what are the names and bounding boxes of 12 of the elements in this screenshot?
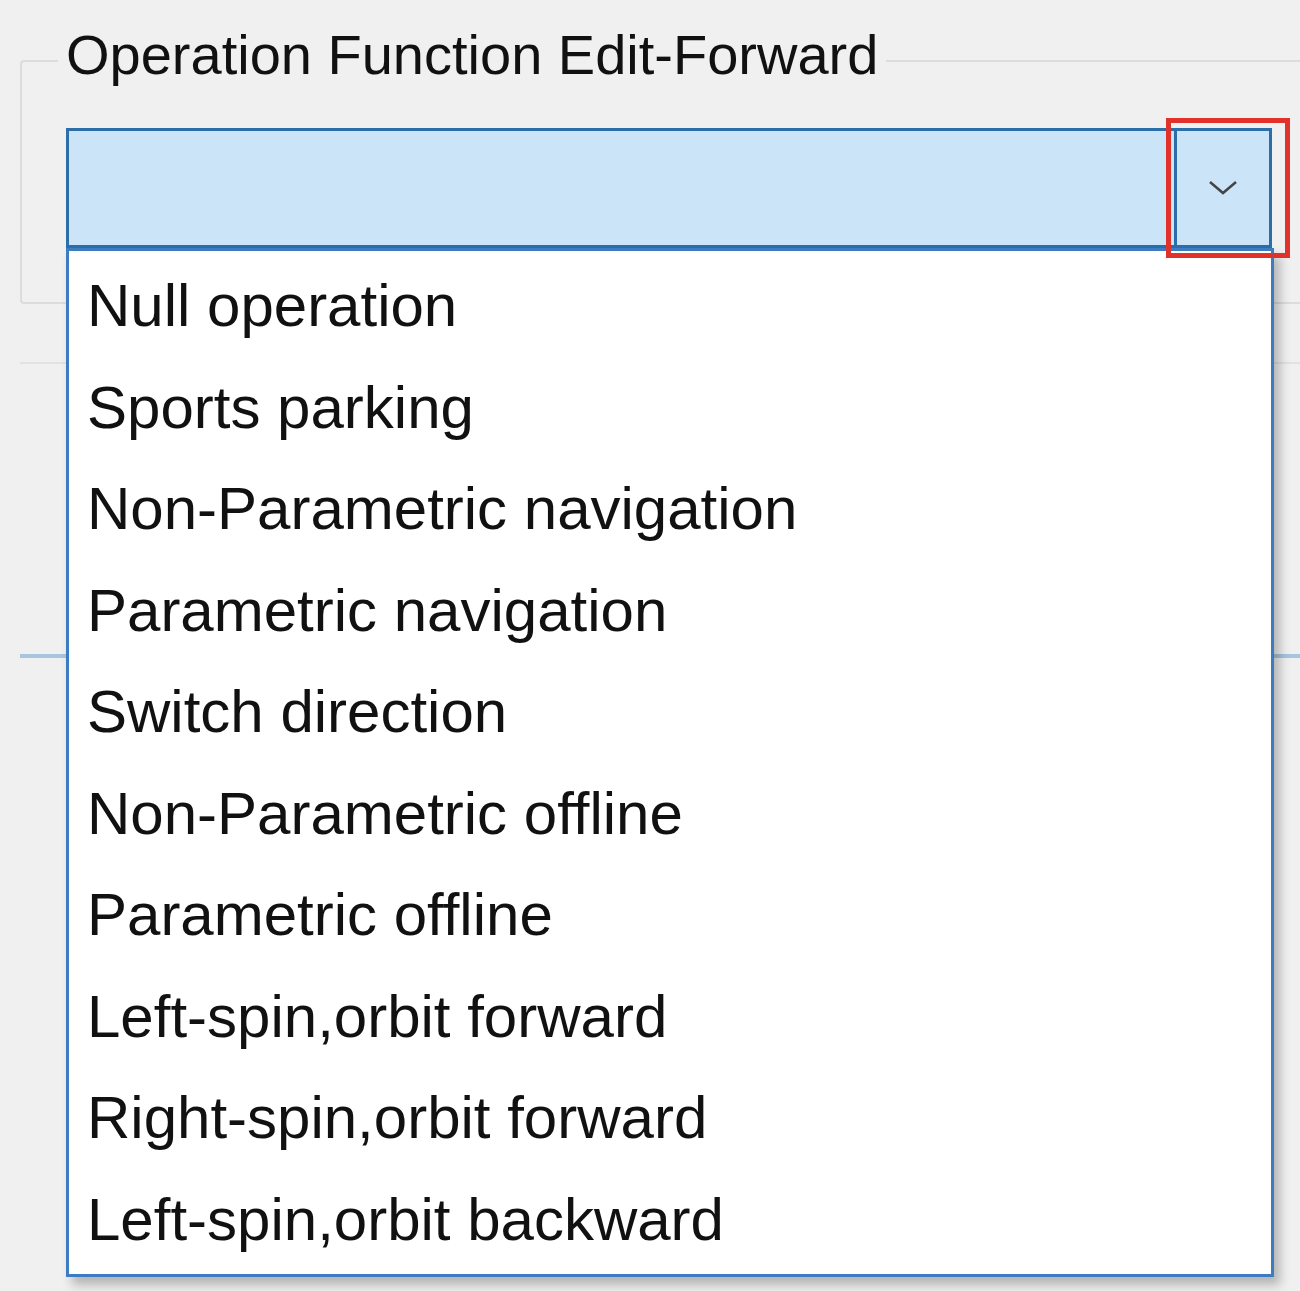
dropdown-field[interactable] bbox=[66, 128, 1272, 248]
dropdown-option[interactable]: Non-Parametric navigation bbox=[69, 458, 1271, 560]
dropdown-option[interactable]: Null operation bbox=[69, 255, 1271, 357]
dropdown-option[interactable]: Switch direction bbox=[69, 661, 1271, 763]
dropdown-option[interactable]: Parametric navigation bbox=[69, 559, 1271, 661]
chevron-down-icon bbox=[1208, 180, 1238, 196]
dropdown-option[interactable]: Right-spin,orbit forward bbox=[69, 1067, 1271, 1169]
dropdown-option[interactable]: Left-spin,orbit backward bbox=[69, 1168, 1271, 1270]
dropdown-option[interactable]: Non-Parametric offline bbox=[69, 762, 1271, 864]
dropdown-option[interactable]: Sports parking bbox=[69, 356, 1271, 458]
dropdown-option[interactable]: Parametric offline bbox=[69, 864, 1271, 966]
dropdown-option[interactable]: Left-spin,orbit forward bbox=[69, 965, 1271, 1067]
